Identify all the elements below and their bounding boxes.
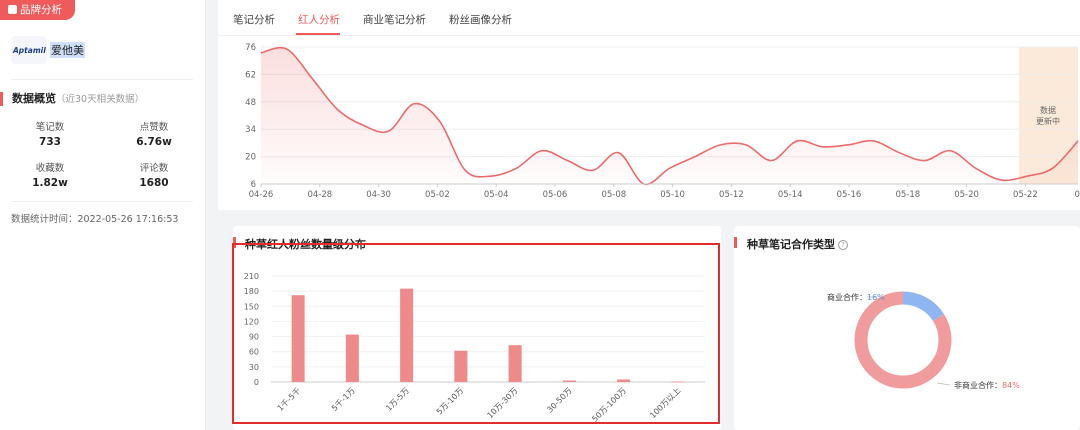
stat-likes: 点赞数 6.76w [119, 119, 189, 148]
data-updating-label: 数据 [1040, 105, 1056, 115]
y-tick-label: 48 [245, 98, 256, 108]
segment-value: 16% [867, 293, 885, 302]
x-tick-label: 05-2 [1075, 190, 1080, 200]
x-tick-label: 05-02 [425, 190, 450, 200]
x-tick-label: 05-16 [837, 190, 862, 200]
trend-card: 笔记分析 红人分析 商业笔记分析 粉丝画像分析 数据 更新中 6 20 34 48 62 76… [218, 0, 1080, 210]
label-leader [936, 382, 951, 386]
stat-label: 评论数 [139, 163, 169, 174]
tab-fan-profile-analysis[interactable]: 粉丝画像分析 [449, 12, 512, 27]
stat-label: 点赞数 [139, 122, 169, 133]
sidebar: 品牌分析 Aptamil 爱他美 数据概览（近30天相关数据） 笔记数 733 点… [0, 0, 206, 430]
stat-notes: 笔记数 733 [15, 119, 85, 148]
stat-value: 733 [39, 136, 61, 148]
segment-label: 商业合作：16% [827, 292, 885, 302]
y-tick-label: 76 [245, 43, 256, 53]
analysis-tabs: 笔记分析 红人分析 商业笔记分析 粉丝画像分析 [218, 0, 1080, 36]
highlight-box [232, 243, 720, 424]
stat-value: 1.82w [32, 177, 68, 189]
x-tick-label: 05-22 [1013, 190, 1038, 200]
stat-label: 笔记数 [35, 122, 65, 133]
stats-time-label: 数据统计时间： [11, 214, 78, 225]
segment-name: 商业合作： [827, 292, 867, 302]
x-tick-label: 05-20 [954, 190, 979, 200]
stats-time: 数据统计时间：2022-05-26 17:16:53 [11, 211, 178, 225]
trend-area [261, 47, 1078, 185]
store-icon [8, 5, 17, 14]
x-tick-label: 05-06 [543, 190, 568, 200]
stat-favorites: 收藏数 1.82w [15, 160, 85, 189]
trend-line-chart: 数据更新中 6 20 34 48 62 76 04-26 04-28 04-30 05-02 05-0… [245, 43, 1080, 200]
stats-time-value: 2022-05-26 17:16:53 [77, 214, 179, 225]
x-tick-label: 05-18 [895, 190, 920, 200]
stat-value: 6.76w [136, 136, 172, 148]
y-tick-label: 62 [245, 70, 256, 80]
y-tick-label: 34 [245, 125, 256, 135]
active-tab-indicator [296, 33, 340, 35]
brand-logo: Aptamil [11, 36, 47, 64]
x-tick-label: 04-26 [249, 190, 274, 200]
brand-tab-label: 品牌分析 [20, 4, 62, 16]
y-tick-label: 20 [245, 153, 256, 163]
stat-label: 收藏数 [35, 163, 65, 174]
x-tick-label: 05-08 [601, 190, 626, 200]
tab-commercial-note-analysis[interactable]: 商业笔记分析 [363, 12, 426, 27]
data-updating-label: 更新中 [1036, 116, 1060, 126]
divider [11, 79, 193, 80]
stat-value: 1680 [139, 177, 169, 189]
tab-note-analysis[interactable]: 笔记分析 [233, 12, 275, 27]
overview-title: 数据概览（近30天相关数据） [0, 92, 144, 106]
tab-influencer-analysis[interactable]: 红人分析 [298, 12, 340, 27]
x-tick-label: 04-28 [307, 190, 332, 200]
cooperation-donut-chart: 商业合作：16% 非商业合作：84% [827, 291, 1020, 390]
x-tick-label: 05-04 [484, 190, 509, 200]
x-tick-label: 05-10 [660, 190, 685, 200]
divider [11, 201, 193, 202]
segment-name: 非商业合作： [954, 380, 1002, 390]
cooperation-type-card: 种草笔记合作类型? 商业合作：16% 非商业合作：84% [734, 226, 1080, 430]
brand-logo-text: Aptamil [13, 46, 46, 55]
x-tick-label: 05-12 [719, 190, 744, 200]
brand-name: 爱他美 [50, 42, 85, 58]
overview-title-text: 数据概览 [12, 92, 56, 105]
brand-analysis-tab[interactable]: 品牌分析 [0, 0, 75, 20]
stat-comments: 评论数 1680 [119, 160, 189, 189]
x-tick-label: 05-14 [778, 190, 803, 200]
y-tick-label: 6 [251, 180, 256, 190]
segment-label: 非商业合作：84% [954, 380, 1020, 390]
segment-value: 84% [1002, 381, 1020, 390]
overview-subtitle: （近30天相关数据） [56, 94, 145, 105]
brand-row[interactable]: Aptamil 爱他美 [11, 34, 196, 66]
x-tick-label: 04-30 [366, 190, 391, 200]
donut-ring [854, 291, 952, 389]
